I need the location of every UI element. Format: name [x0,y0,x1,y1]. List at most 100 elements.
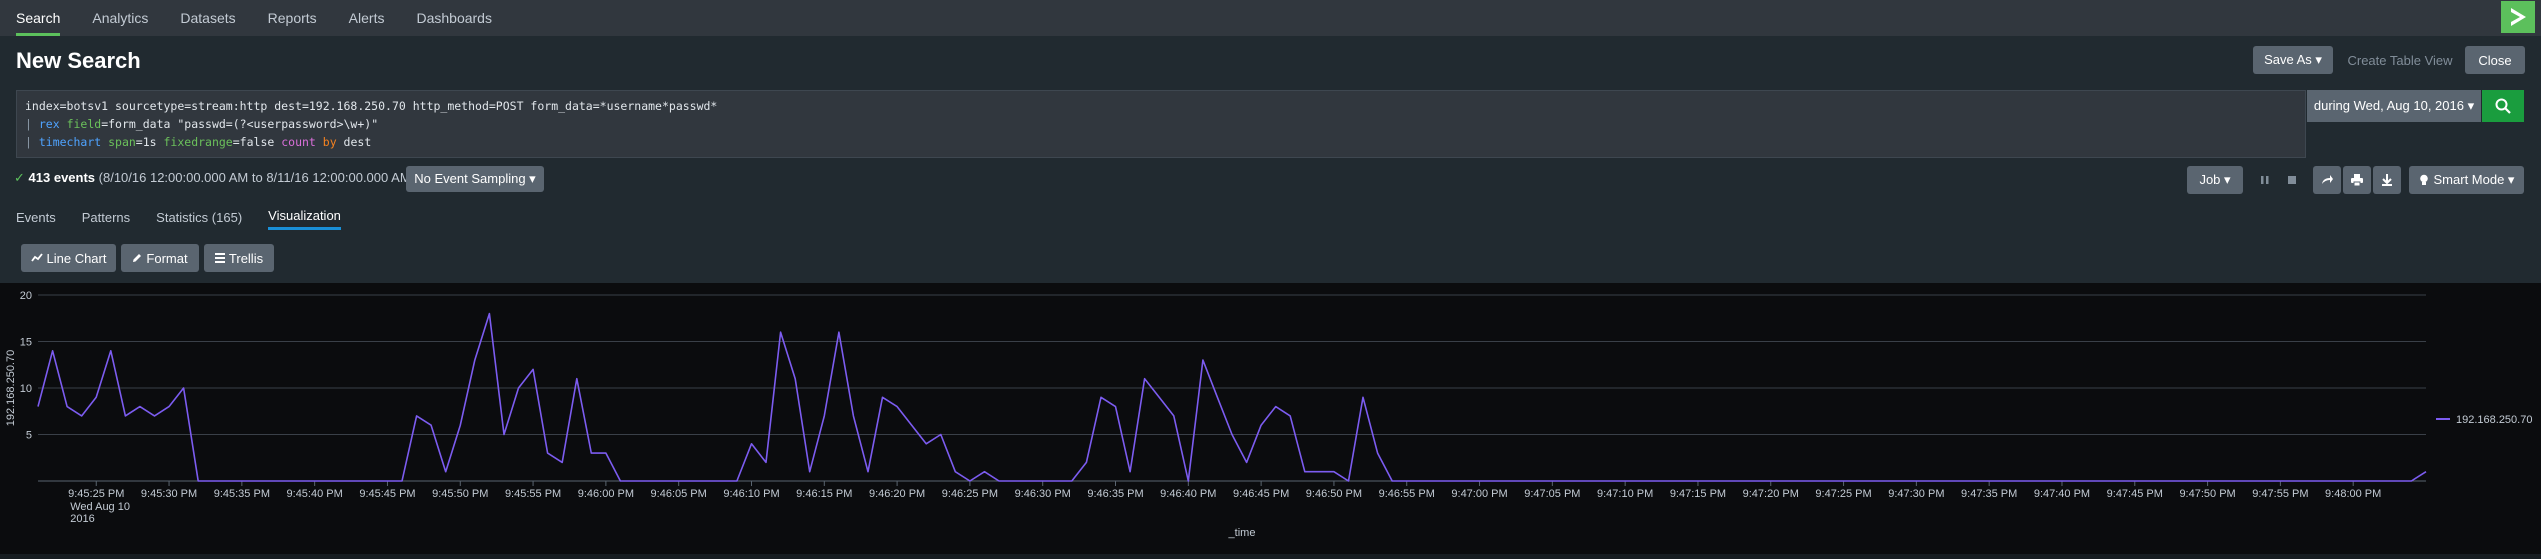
query-keyword: by [315,135,337,149]
x-tick-label: 9:46:25 PM [942,488,998,500]
legend-label: 192.168.250.70 [2456,414,2532,426]
app-logo-icon[interactable] [2501,1,2535,33]
x-tick-label: 9:46:05 PM [651,488,707,500]
chart-panel: 5 10 15 20 9:45:25 PM 9:45:30 PM 9:45:35 PM 9:4… [0,283,2541,554]
x-tick-label: 9:47:30 PM [1888,488,1944,500]
x-tick-label: 9:46:10 PM [723,488,779,500]
tab-statistics[interactable]: Statistics (165) [156,204,242,230]
x-tick-label: 9:47:35 PM [1961,488,2017,500]
series-line [37,312,2427,482]
x-tick-label: 9:47:40 PM [2034,488,2090,500]
x-tick-label: 9:47:10 PM [1597,488,1653,500]
event-count: 413 events [28,170,96,185]
format-label: Format [146,250,188,266]
x-tick-label: 9:45:50 PM [432,488,488,500]
nav-tab-search[interactable]: Search [16,0,61,36]
query-text: dest [336,135,372,149]
search-mode-label: Smart Mode ▾ [2433,172,2515,187]
result-tabs: Events Patterns Statistics (165) Visuali… [0,204,351,232]
top-nav: Search Analytics Datasets Reports Alerts… [0,0,2541,36]
share-icon[interactable] [2313,166,2341,194]
time-range-picker[interactable]: during Wed, Aug 10, 2016 ▾ [2307,90,2481,122]
search-mode-dropdown[interactable]: Smart Mode ▾ [2409,166,2524,194]
pencil-icon [133,254,142,262]
x-tick-label: 9:47:55 PM [2252,488,2308,500]
query-function: count [281,135,316,149]
y-tick-label: 5 [26,430,32,442]
x-tick-label: 9:46:40 PM [1160,488,1216,500]
x-tick-label: 9:45:30 PM [141,488,197,500]
x-tick-label: 9:45:25 PM [68,488,124,500]
job-menu-button[interactable]: Job ▾ [2187,166,2243,194]
x-tick-label: 9:47:05 PM [1524,488,1580,500]
query-text: =false [232,135,282,149]
nav-tab-dashboards[interactable]: Dashboards [416,0,492,36]
x-tick-label: 9:45:55 PM [505,488,561,500]
search-button[interactable] [2482,90,2524,122]
y-tick-label: 15 [20,337,32,349]
y-tick-label: 20 [20,290,32,302]
x-tick-label: 9:47:00 PM [1451,488,1507,500]
pause-icon[interactable] [2253,166,2277,194]
query-text: =form_data "passwd=(?<userpassword>\w+)" [101,117,379,131]
x-axis-label: _time [1228,527,1256,539]
query-line-1: index=botsv1 sourcetype=stream:http dest… [25,99,718,113]
tab-visualization[interactable]: Visualization [268,204,341,230]
query-argument: fixedrange [163,135,233,149]
query-argument: span [101,135,136,149]
event-sampling-dropdown[interactable]: No Event Sampling ▾ [406,166,544,192]
x-tick-label: 9:47:45 PM [2107,488,2163,500]
search-status: ✓ 413 events (8/10/16 12:00:00.000 AM to… [14,170,415,186]
x-tick-label: 9:47:25 PM [1815,488,1871,500]
download-icon[interactable] [2373,166,2401,194]
x-tick-label: 9:47:15 PM [1670,488,1726,500]
tab-patterns[interactable]: Patterns [82,204,130,230]
x-tick-label: 9:48:00 PM [2325,488,2381,500]
x-tick-label: 9:46:45 PM [1233,488,1289,500]
trellis-label: Trellis [228,250,264,266]
x-tick-label: 9:46:50 PM [1306,488,1362,500]
x-tick-label: 9:46:30 PM [1015,488,1071,500]
print-icon[interactable] [2343,166,2371,194]
y-axis-label: 192.168.250.70 [5,350,17,426]
stop-icon[interactable] [2280,166,2304,194]
x-tick-label: 9:46:55 PM [1379,488,1435,500]
page-title: New Search [16,48,141,73]
x-date-label: Wed Aug 10 [70,501,130,513]
trellis-icon [214,253,225,263]
format-button[interactable]: Format [121,244,199,272]
x-tick-label: 9:45:40 PM [287,488,343,500]
check-icon: ✓ [14,170,25,185]
search-query-input[interactable]: index=botsv1 sourcetype=stream:http dest… [16,90,2306,158]
nav-tab-analytics[interactable]: Analytics [92,0,148,36]
save-as-button[interactable]: Save As ▾ [2253,46,2333,74]
query-pipe: | [25,135,39,149]
nav-tab-reports[interactable]: Reports [268,0,317,36]
time-range-text: (8/10/16 12:00:00.000 AM to 8/11/16 12:0… [95,170,415,185]
line-chart-button[interactable]: Line Chart [21,244,116,272]
x-tick-label: 9:47:20 PM [1743,488,1799,500]
line-chart-label: Line Chart [46,250,107,266]
trellis-button[interactable]: Trellis [204,244,274,272]
line-chart: 5 10 15 20 9:45:25 PM 9:45:30 PM 9:45:35 PM 9:4… [5,290,2532,539]
x-tick-label: 9:46:20 PM [869,488,925,500]
nav-tab-alerts[interactable]: Alerts [349,0,385,36]
visualization-toolbar [0,236,2541,282]
x-tick-label: 9:46:15 PM [796,488,852,500]
x-date-label: 2016 [70,513,94,525]
query-command: timechart [38,135,102,149]
query-text: =1s [135,135,164,149]
x-tick-label: 9:46:35 PM [1087,488,1143,500]
y-tick-label: 10 [20,383,32,395]
query-pipe: | [25,117,39,131]
create-table-view-button[interactable]: Create Table View [2340,46,2460,74]
x-tick-label: 9:47:50 PM [2179,488,2235,500]
x-tick-label: 9:46:00 PM [578,488,634,500]
line-chart-icon [30,253,43,262]
x-tick-label: 9:45:35 PM [214,488,270,500]
query-command: rex [38,117,60,131]
query-line-3: | timechart span=1s fixedrange=false cou… [25,133,2297,151]
tab-events[interactable]: Events [16,204,56,230]
close-button[interactable]: Close [2465,46,2525,74]
nav-tab-datasets[interactable]: Datasets [180,0,235,36]
